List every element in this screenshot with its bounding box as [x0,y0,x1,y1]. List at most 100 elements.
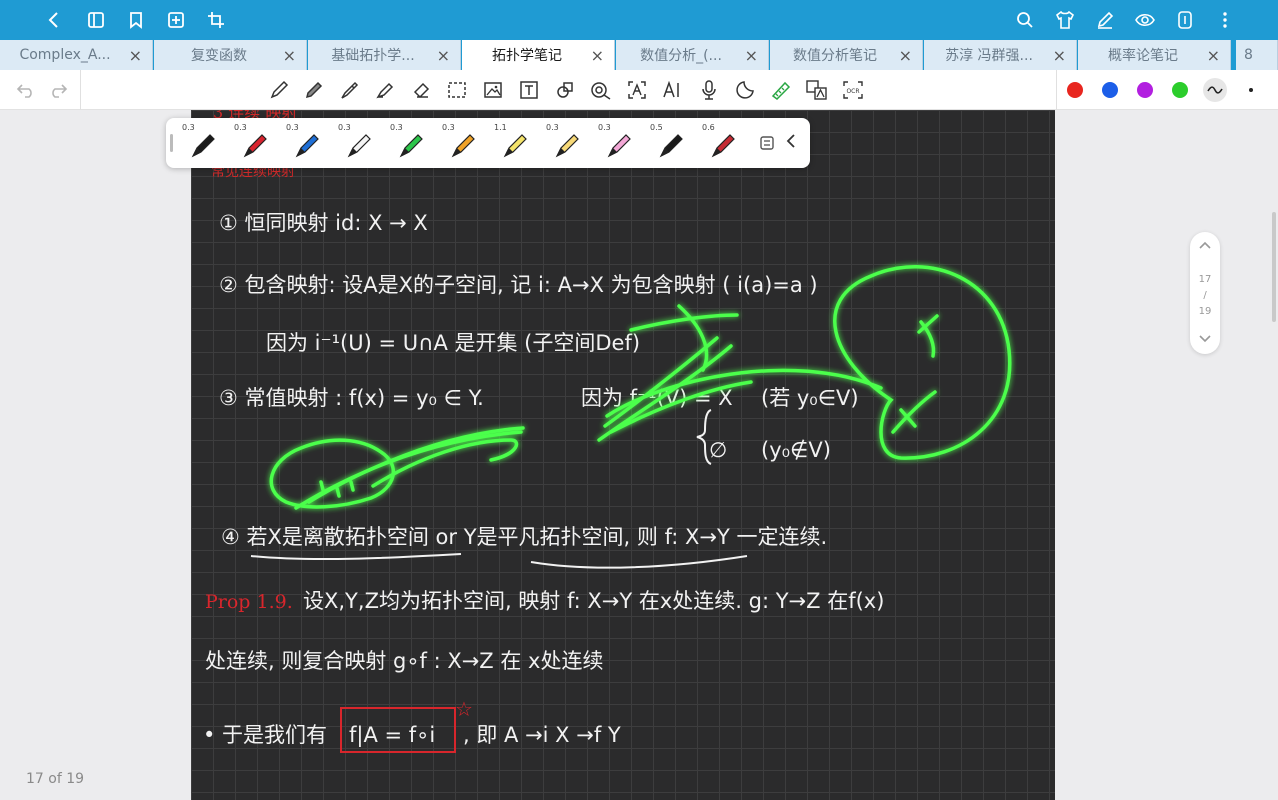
close-icon[interactable]: × [591,46,604,65]
back-icon[interactable] [42,8,66,32]
divider [1056,70,1057,110]
fountain-pen-icon[interactable] [268,79,290,101]
image-icon[interactable] [482,79,504,101]
chevron-down-icon[interactable] [1198,334,1212,347]
eye-icon[interactable] [1133,8,1157,32]
pen-icon [347,134,371,158]
more-vertical-icon[interactable] [1213,8,1237,32]
text-box-icon[interactable] [518,79,540,101]
page-current: 17 [1198,274,1212,285]
highlighter-icon[interactable] [374,79,396,101]
ai-icon[interactable] [662,79,684,101]
pen-icon [503,134,527,158]
note-line-restriction-formula: f|A = f∘i [349,723,435,748]
note-line-prop-continuation: 处连续, 则复合映射 g∘f : X→Z 在 x处连续 [205,649,603,673]
tab-numerical-analysis[interactable]: 数值分析_(... × [616,40,769,70]
pen-preset-9[interactable]: 0.3 [594,118,646,168]
note-line-inclusion-reason: 因为 i⁻¹(U) = U∩A 是开集 (子空间Def) [266,331,640,355]
drag-handle[interactable] [170,134,173,152]
pen-preset-11[interactable]: 0.6 [698,118,750,168]
pen-preset-5[interactable]: 0.3 [386,118,438,168]
close-icon[interactable]: × [437,46,450,65]
color-swatch-purple[interactable] [1137,82,1153,98]
scrollbar[interactable] [1272,212,1276,322]
prop-label: Prop 1.9. [205,591,293,613]
color-swatch-blue[interactable] [1102,82,1118,98]
pen-preset-7[interactable]: 1.1 [490,118,542,168]
close-icon[interactable]: × [745,46,758,65]
tab-complex-analysis[interactable]: Complex_A... × [0,40,153,70]
book-outline-icon[interactable] [84,8,108,32]
pen-preset-1[interactable]: 0.3 [178,118,230,168]
translate-icon[interactable] [806,79,828,101]
tab-label: Complex_A... [19,47,111,63]
lasso-select-icon[interactable] [446,79,468,101]
note-line-inclusion: ② 包含映射: 设A是X的子空间, 记 i: A→X 为包含映射 ( i(a)=… [219,273,818,297]
tape-icon[interactable] [770,79,792,101]
close-icon[interactable]: × [1053,46,1066,65]
underline-mark [530,555,748,569]
tab-overflow-count[interactable]: 8 [1236,40,1278,70]
eraser-icon[interactable] [410,79,432,101]
pen-preset-6[interactable]: 0.3 [438,118,490,168]
note-line-identity: ① 恒同映射 id: X → X [219,211,428,235]
color-swatch-green[interactable] [1172,82,1188,98]
tab-count: 8 [1244,47,1253,63]
pen-icon [399,134,423,158]
pen-icon [555,134,579,158]
pen-icon [711,134,735,158]
tab-probability-notes[interactable]: 概率论笔记 × [1078,40,1231,70]
close-icon[interactable]: × [283,46,296,65]
tab-label: 数值分析笔记 [793,48,877,64]
text-recognition-icon[interactable] [626,79,648,101]
close-icon[interactable]: × [1207,46,1220,65]
undo-icon[interactable] [15,79,37,101]
pen-edit-icon[interactable] [1093,8,1117,32]
pen-preset-10[interactable]: 0.5 [646,118,698,168]
laser-pointer-icon[interactable] [590,79,612,101]
top-bar [0,0,1278,40]
handwriting-layer: 3 连续 映射 常见连续映射 ① 恒同映射 id: X → X ② 包含映射: … [203,110,1012,753]
note-line-restriction-intro: • 于是我们有 [203,723,327,747]
shirt-icon[interactable] [1053,8,1077,32]
add-page-icon[interactable] [164,8,188,32]
crop-icon[interactable] [204,8,228,32]
collapse-chevron-icon[interactable] [786,133,796,153]
ocr-icon[interactable]: OCR [842,79,864,101]
close-icon[interactable]: × [129,46,142,65]
underline-mark [250,553,462,561]
bookmark-icon[interactable] [124,8,148,32]
tab-numerical-analysis-notes[interactable]: 数值分析笔记 × [770,40,923,70]
pen-preset-3[interactable]: 0.3 [282,118,334,168]
more-dot-icon[interactable] [1240,79,1262,101]
microphone-icon[interactable] [698,79,720,101]
pen-tray: 0.3 0.3 0.3 0.3 0.3 0.3 1.1 0.3 0.3 0.5 0.6 [166,118,810,168]
tab-su-chun[interactable]: 苏淳 冯群强... × [924,40,1077,70]
redo-icon[interactable] [47,79,69,101]
shapes-icon[interactable] [554,79,576,101]
note-page[interactable]: 3 连续 映射 常见连续映射 ① 恒同映射 id: X → X ② 包含映射: … [191,110,1055,800]
page-navigator: 17 / 19 [1190,232,1220,354]
divider [80,70,81,110]
note-line-constant: ③ 常值映射 : f(x) = y₀ ∈ Y. [219,386,484,410]
pen-tray-settings-icon[interactable] [760,135,774,154]
sticker-icon[interactable] [734,79,756,101]
tab-topology-notes[interactable]: 拓扑学笔记 × [462,40,615,70]
close-icon[interactable]: × [899,46,912,65]
stroke-style-icon[interactable] [1203,78,1227,102]
pencil-icon[interactable] [303,79,325,101]
star-mark: ☆ [455,697,473,721]
pen-preset-2[interactable]: 0.3 [230,118,282,168]
chevron-up-icon[interactable] [1198,240,1212,253]
ballpoint-pen-icon[interactable] [339,79,361,101]
search-icon[interactable] [1013,8,1037,32]
tab-basic-topology[interactable]: 基础拓扑学... × [308,40,461,70]
pen-preset-4[interactable]: 0.3 [334,118,386,168]
layout-icon[interactable] [1173,8,1197,32]
color-swatch-red[interactable] [1067,82,1083,98]
tab-complex-functions[interactable]: 复变函数 × [154,40,307,70]
note-line-emptyset: ∅ [709,438,727,462]
page-total: 19 [1198,306,1212,317]
pen-preset-8[interactable]: 0.3 [542,118,594,168]
tab-label: 基础拓扑学... [331,48,415,64]
